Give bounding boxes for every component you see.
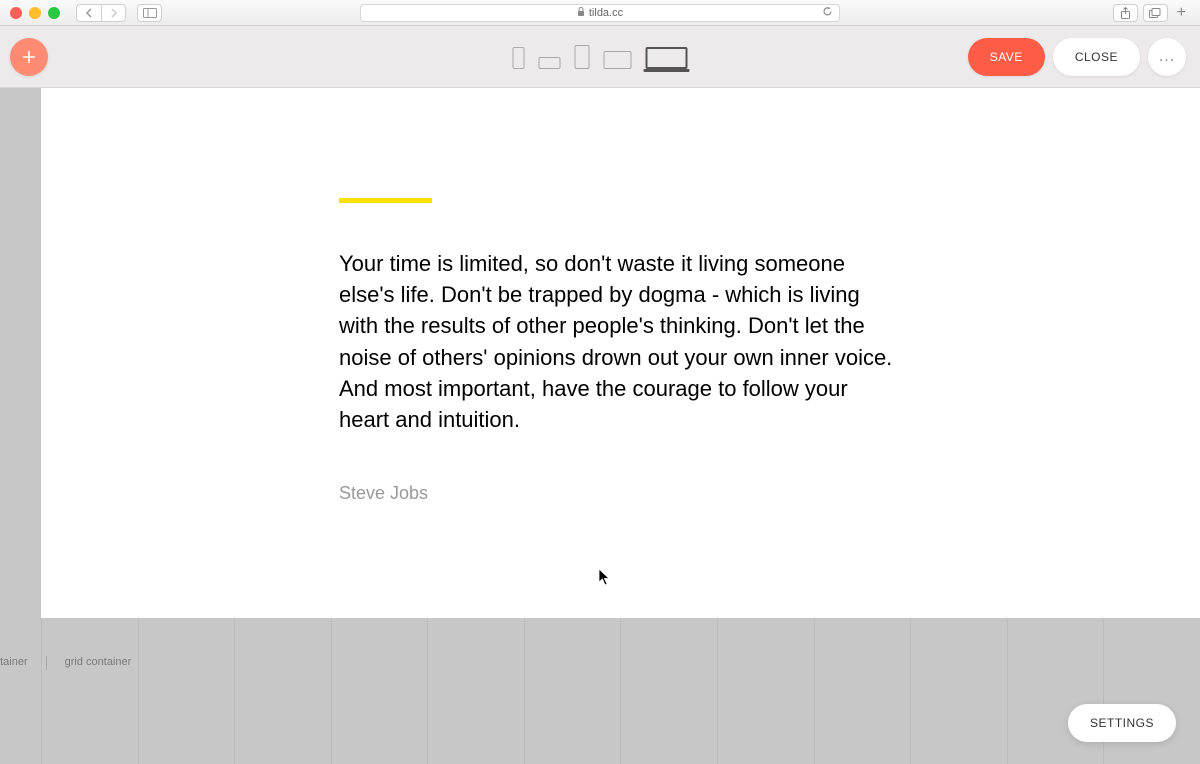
address-bar[interactable]: tilda.cc [360, 4, 840, 22]
share-button[interactable] [1113, 4, 1138, 22]
chrome-right-controls: + [1113, 4, 1190, 22]
maximize-window-icon[interactable] [48, 7, 60, 19]
editor-canvas[interactable]: Your time is limited, so don't waste it … [0, 88, 1200, 764]
device-tablet-portrait-icon[interactable] [575, 45, 590, 69]
close-window-icon[interactable] [10, 7, 22, 19]
content-block[interactable]: Your time is limited, so don't waste it … [41, 88, 1200, 618]
accent-divider[interactable] [339, 198, 432, 203]
new-tab-button[interactable]: + [1173, 4, 1190, 22]
nav-buttons [76, 4, 126, 22]
toolbar-actions: SAVE CLOSE ... [968, 38, 1186, 76]
device-phone-portrait-icon[interactable] [513, 47, 525, 69]
close-button[interactable]: CLOSE [1053, 38, 1140, 76]
device-tablet-landscape-icon[interactable] [604, 51, 632, 69]
forward-button[interactable] [101, 4, 126, 22]
breadcrumb-path: ntainer grid container [0, 656, 131, 670]
add-block-button[interactable] [10, 38, 48, 76]
device-preview-switcher [513, 45, 688, 69]
reload-icon[interactable] [822, 6, 833, 20]
breadcrumb-separator [46, 656, 47, 670]
settings-button[interactable]: SETTINGS [1068, 704, 1176, 742]
editor-toolbar: SAVE CLOSE ... [0, 26, 1200, 88]
back-button[interactable] [76, 4, 101, 22]
more-button[interactable]: ... [1148, 38, 1186, 76]
breadcrumb-item[interactable]: ntainer [0, 656, 28, 670]
save-button[interactable]: SAVE [968, 38, 1045, 76]
quote-text[interactable]: Your time is limited, so don't waste it … [339, 248, 899, 435]
sidebar-toggle-button[interactable] [137, 4, 162, 22]
breadcrumb-item[interactable]: grid container [65, 656, 132, 670]
browser-chrome: tilda.cc + [0, 0, 1200, 26]
window-controls [10, 7, 60, 19]
device-desktop-icon[interactable] [646, 47, 688, 69]
quote-author[interactable]: Steve Jobs [339, 483, 428, 504]
device-phone-landscape-icon[interactable] [539, 57, 561, 69]
tabs-button[interactable] [1143, 4, 1168, 22]
minimize-window-icon[interactable] [29, 7, 41, 19]
lock-icon [577, 7, 585, 19]
url-text: tilda.cc [589, 7, 623, 19]
